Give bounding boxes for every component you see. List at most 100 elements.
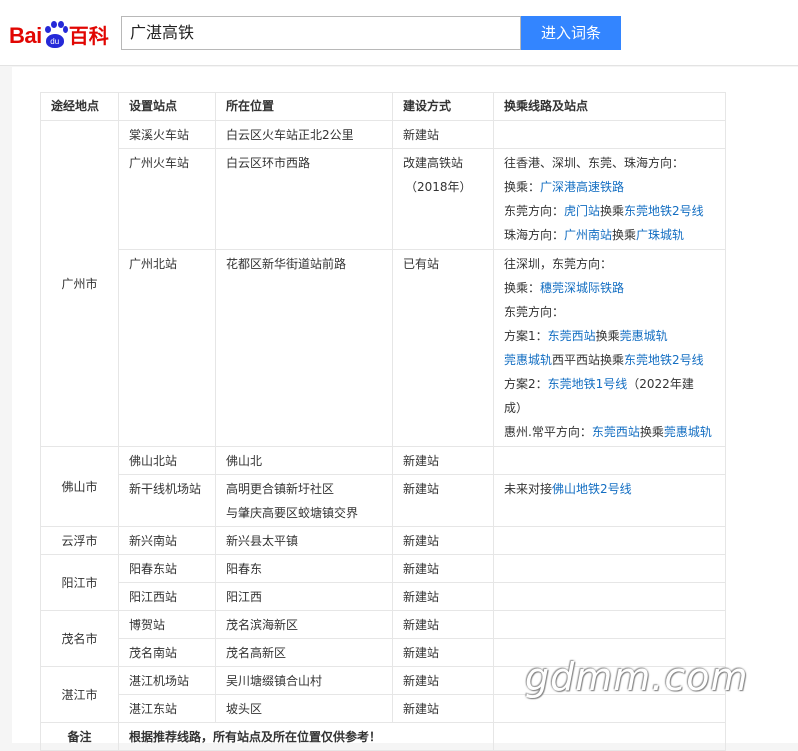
transfer-line: 换乘：穗莞深城际铁路: [504, 276, 725, 300]
table-row: 新干线机场站 高明更合镇新圩社区 与肇庆高要区蛟塘镇交界 新建站 未来对接佛山地…: [41, 474, 726, 527]
location-line: 与肇庆高要区蛟塘镇交界: [226, 506, 359, 520]
transfer-label: 换乘: [595, 329, 620, 343]
build-cell: 新建站: [392, 638, 494, 667]
transfer-link[interactable]: 穗莞深城际铁路: [540, 281, 624, 295]
station-cell: 阳春东站: [118, 554, 216, 583]
table-row: 云浮市 新兴南站 新兴县太平镇 新建站: [40, 526, 726, 555]
transfer-link[interactable]: 东莞西站: [592, 425, 640, 439]
table-row: 佛山市 佛山北站 佛山北 新建站: [40, 446, 726, 527]
table-header-row: 途经地点 设置站点 所在位置 建设方式 换乘线路及站点: [40, 92, 726, 121]
transfer-cell: [493, 610, 726, 639]
transfer-line: 莞惠城轨西平西站换乘东莞地铁2号线: [504, 348, 725, 372]
transfer-cell: [493, 446, 726, 475]
baidu-baike-logo[interactable]: Bai du 百科: [9, 11, 109, 51]
logo-baike: 百科: [68, 24, 109, 48]
enter-entry-button[interactable]: 进入词条: [521, 16, 621, 50]
transfer-line: 珠海方向：广州南站换乘广珠城轨: [504, 223, 725, 247]
transfer-line: 东莞方向：虎门站换乘东莞地铁2号线: [504, 199, 725, 223]
location-cell: 新兴县太平镇: [215, 526, 393, 555]
transfer-line: 往香港、深圳、东莞、珠海方向：: [504, 156, 685, 170]
station-cell: 广州火车站: [118, 148, 216, 250]
location-cell: 阳春东: [215, 554, 393, 583]
location-cell: 吴川塘缀镇合山村: [215, 666, 393, 695]
location-cell: 高明更合镇新圩社区 与肇庆高要区蛟塘镇交界: [215, 474, 393, 527]
table-row: 阳江市 阳春东站 阳春东 新建站: [40, 554, 726, 611]
transfer-link[interactable]: 莞惠城轨: [664, 425, 712, 439]
col-header: 设置站点: [118, 92, 216, 121]
col-header: 换乘线路及站点: [493, 92, 726, 121]
transfer-cell: [493, 120, 726, 149]
city-cell: 阳江市: [40, 554, 119, 611]
station-cell: 湛江东站: [118, 694, 216, 723]
location-cell: 花都区新华街道站前路: [215, 249, 393, 447]
col-header: 所在位置: [215, 92, 393, 121]
city-cell: 广州市: [40, 120, 119, 447]
location-cell: 茂名高新区: [215, 638, 393, 667]
station-table: 途经地点 设置站点 所在位置 建设方式 换乘线路及站点 广州市 棠溪火车站 白云…: [40, 92, 726, 751]
location-cell: 茂名滨海新区: [215, 610, 393, 639]
city-cell: 佛山市: [40, 446, 119, 527]
build-cell: 新建站: [392, 694, 494, 723]
table-row: 茂名市 博贺站 茂名滨海新区 新建站: [40, 610, 726, 667]
table-row: 阳江西站 阳江西 新建站: [41, 582, 726, 611]
transfer-cell: 往深圳，东莞方向： 换乘：穗莞深城际铁路 东莞方向： 方案1：东莞西站换乘莞惠城…: [493, 249, 726, 447]
transfer-label: 换乘：: [504, 180, 541, 194]
transfer-label: 惠州.常平方向：: [504, 425, 592, 439]
note-text: 根据推荐线路，所有站点及所在位置仅供参考！: [118, 722, 494, 751]
station-cell: 新干线机场站: [118, 474, 216, 527]
build-cell: 新建站: [392, 666, 494, 695]
transfer-link[interactable]: 东莞地铁2号线: [624, 204, 704, 218]
transfer-link[interactable]: 虎门站: [564, 204, 600, 218]
build-cell: 新建站: [392, 120, 494, 149]
transfer-label: 东莞方向：: [504, 204, 565, 218]
transfer-link[interactable]: 广州南站: [564, 228, 612, 242]
paw-icon: du: [43, 21, 68, 51]
station-cell: 茂名南站: [118, 638, 216, 667]
transfer-line: 方案2：东莞地铁1号线（2022年建: [504, 372, 725, 396]
transfer-line: 东莞方向：: [504, 305, 565, 319]
transfer-link[interactable]: 东莞地铁2号线: [624, 353, 704, 367]
build-cell: 新建站: [392, 610, 494, 639]
transfer-link[interactable]: 东莞西站: [548, 329, 596, 343]
build-cell: 新建站: [392, 582, 494, 611]
station-cell: 湛江机场站: [118, 666, 216, 695]
table-row: 广州火车站 白云区环市西路 改建高铁站 （2018年） 往香港、深圳、东莞、珠海…: [41, 148, 726, 250]
col-header: 途经地点: [40, 92, 119, 121]
station-cell: 广州北站: [118, 249, 216, 447]
table-row: 广州市 棠溪火车站 白云区火车站正北2公里 新建站: [40, 120, 726, 447]
transfer-link[interactable]: 莞惠城轨: [504, 353, 552, 367]
transfer-cell: [493, 582, 726, 611]
transfer-cell: [493, 554, 726, 583]
transfer-link[interactable]: 东莞地铁1号线: [548, 377, 628, 391]
note-label: 备注: [40, 722, 119, 751]
location-cell: 坡头区: [215, 694, 393, 723]
transfer-label: 西平西站换乘: [552, 353, 625, 367]
city-cell: 云浮市: [40, 526, 119, 555]
content-panel: 途经地点 设置站点 所在位置 建设方式 换乘线路及站点 广州市 棠溪火车站 白云…: [12, 67, 798, 751]
station-cell: 阳江西站: [118, 582, 216, 611]
transfer-label: （2022年建: [627, 377, 694, 391]
build-note: （2018年）: [405, 180, 472, 194]
transfer-link[interactable]: 广珠城轨: [636, 228, 684, 242]
search-input[interactable]: 广湛高铁: [121, 16, 521, 50]
col-header: 建设方式: [392, 92, 494, 121]
transfer-label: 换乘: [639, 425, 664, 439]
transfer-label: 方案2：: [504, 377, 548, 391]
logo-du: du: [45, 34, 64, 48]
note-row: 备注 根据推荐线路，所有站点及所在位置仅供参考！: [40, 722, 726, 751]
city-cell: 茂名市: [40, 610, 119, 667]
header: Bai du 百科 广湛高铁 进入词条: [0, 0, 798, 66]
logo-bai: Bai: [9, 23, 42, 48]
transfer-link[interactable]: 佛山地铁2号线: [552, 482, 632, 496]
build-cell: 新建站: [392, 554, 494, 583]
transfer-cell: 往香港、深圳、东莞、珠海方向： 换乘：广深港高速铁路 东莞方向：虎门站换乘东莞地…: [493, 148, 726, 250]
table-row: 广州北站 花都区新华街道站前路 已有站 往深圳，东莞方向： 换乘：穗莞深城际铁路…: [41, 249, 726, 447]
transfer-link[interactable]: 莞惠城轨: [620, 329, 668, 343]
transfer-label: 方案1：: [504, 329, 548, 343]
transfer-line: 方案1：东莞西站换乘莞惠城轨: [504, 324, 725, 348]
transfer-label: 珠海方向：: [504, 228, 565, 242]
transfer-label: 换乘: [600, 204, 625, 218]
transfer-link[interactable]: 广深港高速铁路: [540, 180, 624, 194]
location-cell: 白云区环市西路: [215, 148, 393, 250]
build-cell: 已有站: [392, 249, 494, 447]
